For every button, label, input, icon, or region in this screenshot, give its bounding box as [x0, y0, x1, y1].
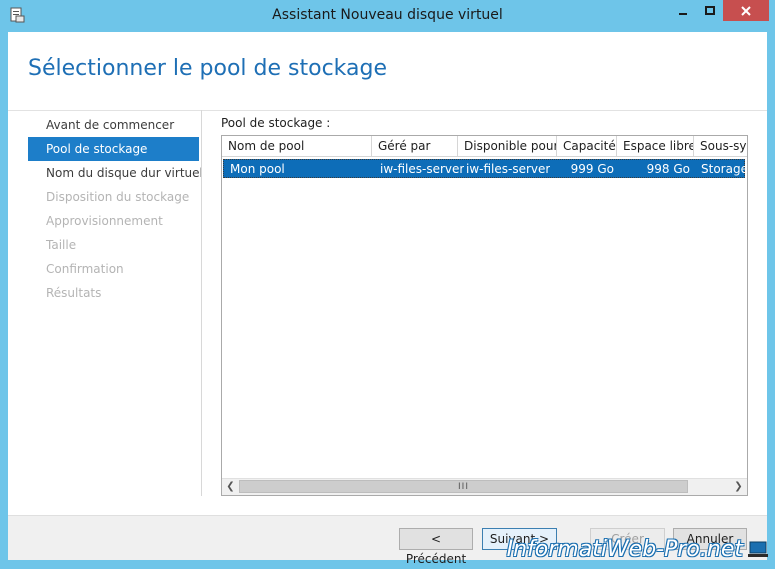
scroll-left-icon[interactable]: ❮ — [222, 479, 239, 495]
minimize-icon — [679, 12, 687, 15]
column-header-managed-by[interactable]: Géré par — [372, 136, 458, 157]
column-header-free-space[interactable]: Espace libre — [617, 136, 694, 157]
page-title: Sélectionner le pool de stockage — [28, 56, 388, 81]
step-approvisionnement: Approvisionnement — [46, 214, 163, 228]
step-confirmation: Confirmation — [46, 262, 124, 276]
column-header-name[interactable]: Nom de pool — [222, 136, 372, 157]
wizard-header: Sélectionner le pool de stockage — [8, 32, 767, 111]
cell-subsystem: Storage — [701, 162, 748, 176]
minimize-button[interactable] — [670, 0, 696, 21]
laptop-icon — [748, 541, 768, 557]
cell-capacity: 999 Go — [570, 162, 614, 176]
title-bar: Assistant Nouveau disque virtuel — [0, 0, 775, 32]
pool-list-label: Pool de stockage : — [221, 116, 331, 130]
watermark: InformatiWeb-Pro.net — [506, 537, 743, 562]
wizard-dialog: Sélectionner le pool de stockage Avant d… — [8, 32, 767, 566]
maximize-icon — [704, 5, 715, 15]
cell-available-to: iw-files-server — [466, 162, 551, 176]
cell-free-space: 998 Go — [646, 162, 690, 176]
column-header-subsystem[interactable]: Sous-sys — [694, 136, 747, 157]
maximize-button[interactable] — [696, 0, 723, 21]
column-header-available-to[interactable]: Disponible pour — [458, 136, 557, 157]
scrollbar-thumb[interactable]: III — [239, 480, 688, 493]
step-taille: Taille — [46, 238, 77, 252]
step-disposition: Disposition du stockage — [46, 190, 190, 204]
window-title: Assistant Nouveau disque virtuel — [272, 7, 503, 23]
step-resultats: Résultats — [46, 286, 102, 300]
scroll-right-icon[interactable]: ❯ — [730, 479, 747, 495]
storage-pool-list[interactable]: Nom de pool Géré par Disponible pour Cap… — [221, 135, 748, 496]
step-pool-de-stockage[interactable]: Pool de stockage — [28, 137, 199, 161]
wizard-steps: Avant de commencer Pool de stockage Nom … — [28, 110, 203, 305]
cell-pool-name: Mon pool — [230, 162, 285, 176]
close-button[interactable] — [723, 0, 769, 21]
horizontal-scrollbar[interactable]: ❮ III ❯ — [222, 478, 747, 495]
previous-button[interactable]: < Précédent — [399, 528, 473, 566]
close-icon — [741, 5, 751, 16]
step-avant-de-commencer[interactable]: Avant de commencer — [28, 113, 199, 137]
divider — [201, 110, 202, 496]
cell-managed-by: iw-files-server — [380, 162, 465, 176]
step-nom-du-disque[interactable]: Nom du disque dur virtuel — [28, 161, 203, 185]
table-row[interactable]: Mon pool iw-files-server iw-files-server… — [223, 159, 748, 178]
column-header-capacity[interactable]: Capacité — [557, 136, 617, 157]
